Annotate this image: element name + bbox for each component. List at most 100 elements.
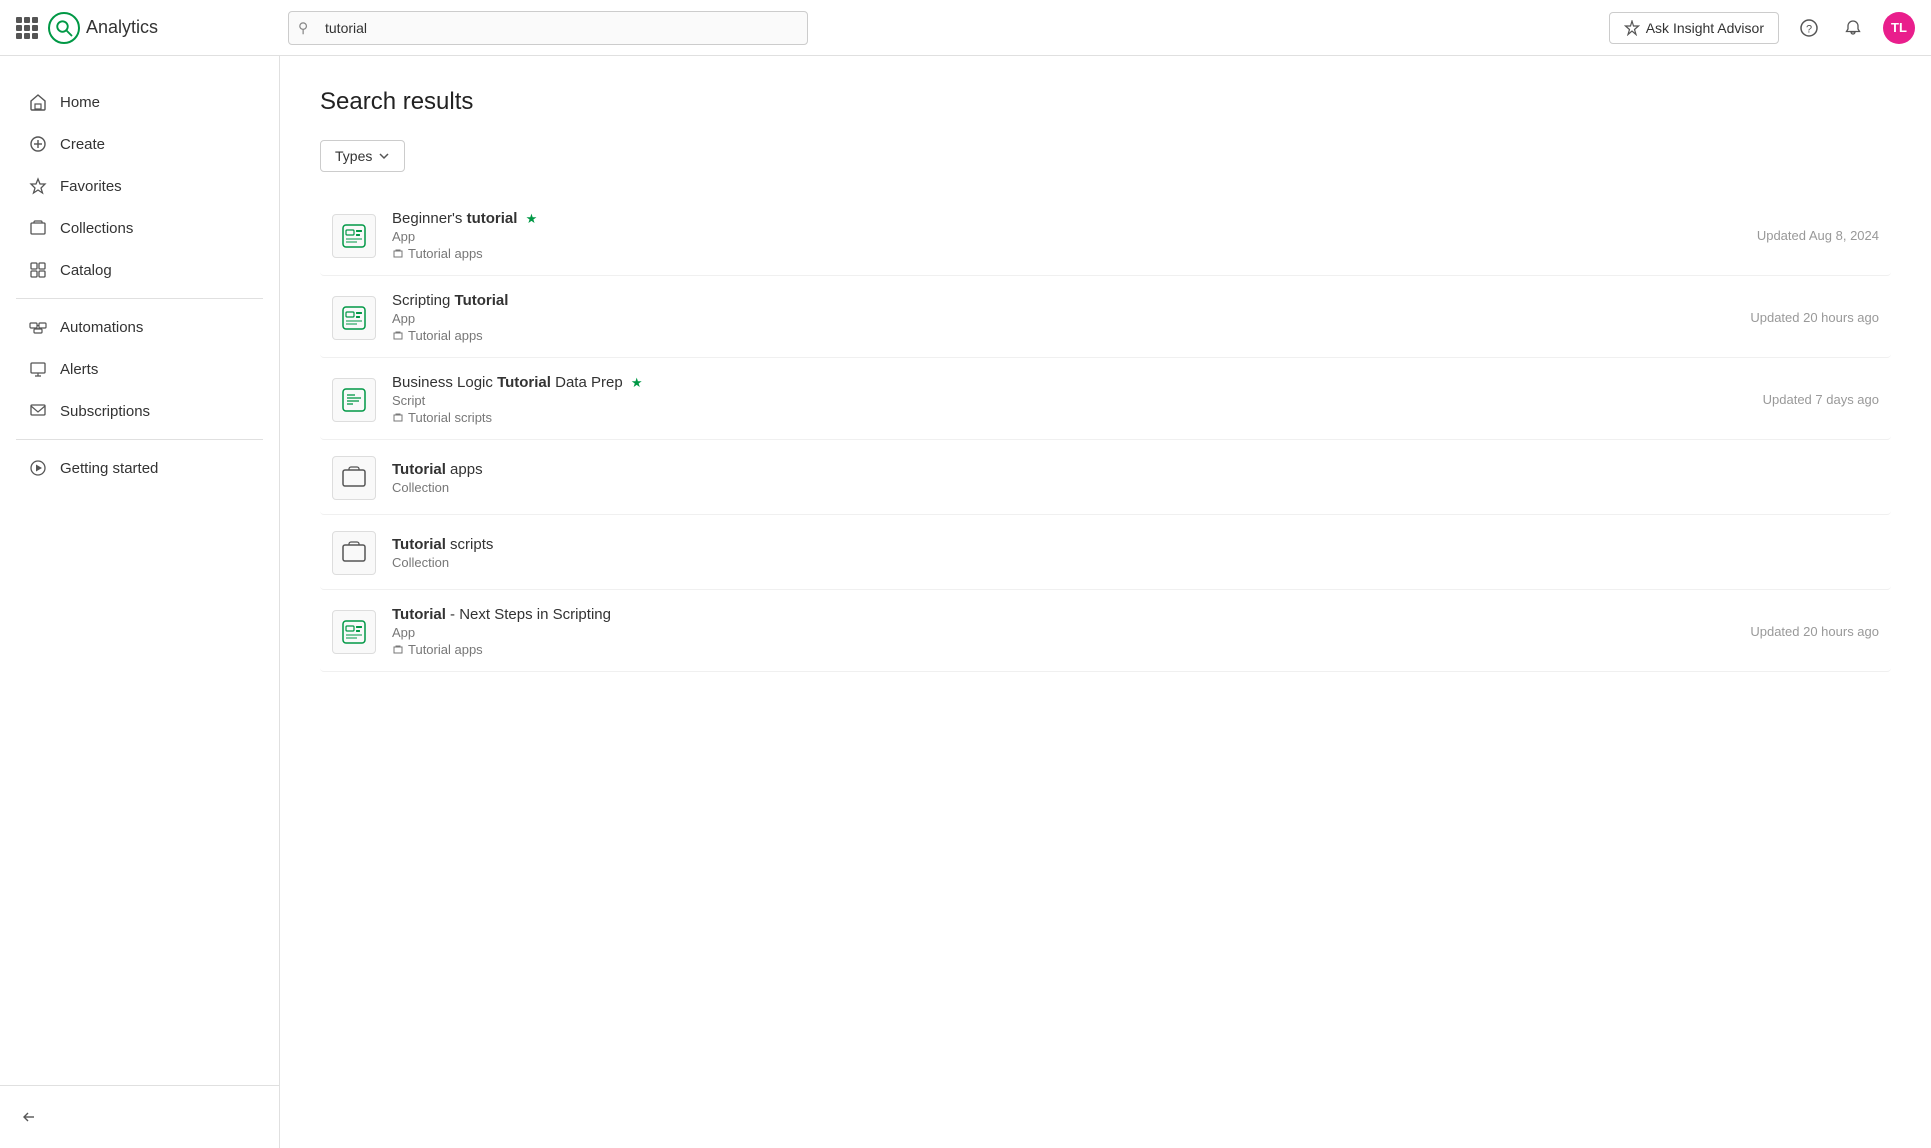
result-item-tutorial-apps[interactable]: Tutorial apps Collection bbox=[320, 442, 1891, 515]
help-icon[interactable]: ? bbox=[1795, 14, 1823, 42]
collapse-icon bbox=[20, 1108, 38, 1126]
result-icon-app-3 bbox=[332, 610, 376, 654]
topbar: Analytics ⚲ Ask Insight Advisor ? TL bbox=[0, 0, 1931, 56]
result-meta-collection-2: Tutorial apps bbox=[392, 328, 1750, 343]
sidebar-label-favorites: Favorites bbox=[60, 178, 122, 195]
result-meta-type-4: Collection bbox=[392, 480, 1879, 495]
avatar[interactable]: TL bbox=[1883, 12, 1915, 44]
sidebar-label-getting-started: Getting started bbox=[60, 460, 158, 477]
search-input[interactable] bbox=[288, 11, 808, 45]
result-item-beginners-tutorial[interactable]: Beginner's tutorial ★ App Tutorial apps … bbox=[320, 196, 1891, 276]
sidebar-item-favorites[interactable]: Favorites bbox=[8, 166, 271, 206]
result-updated-2: Updated 20 hours ago bbox=[1750, 310, 1879, 325]
result-list: Beginner's tutorial ★ App Tutorial apps … bbox=[320, 196, 1891, 672]
result-icon-script bbox=[332, 378, 376, 422]
result-meta-collection-3: Tutorial scripts bbox=[392, 410, 1763, 425]
sidebar-collapse-button[interactable] bbox=[0, 1098, 279, 1136]
result-name-3: Business Logic Tutorial Data Prep ★ bbox=[392, 374, 1763, 391]
sidebar-item-home[interactable]: Home bbox=[8, 82, 271, 122]
qlik-logo[interactable]: Analytics bbox=[48, 12, 158, 44]
result-meta-collection-6: Tutorial apps bbox=[392, 642, 1750, 657]
grid-menu-icon[interactable] bbox=[16, 17, 38, 39]
collection-icon-small-2 bbox=[392, 330, 404, 342]
create-icon bbox=[28, 134, 48, 154]
result-updated-6: Updated 20 hours ago bbox=[1750, 624, 1879, 639]
home-icon bbox=[28, 92, 48, 112]
result-name-5: Tutorial scripts bbox=[392, 536, 1879, 553]
sidebar-divider-2 bbox=[16, 439, 263, 440]
result-updated-3: Updated 7 days ago bbox=[1763, 392, 1879, 407]
topbar-left: Analytics bbox=[16, 12, 276, 44]
result-meta-type-2: App bbox=[392, 311, 1750, 326]
result-meta-type-6: App bbox=[392, 625, 1750, 640]
result-body-4: Tutorial apps Collection bbox=[392, 461, 1879, 495]
result-name-2: Scripting Tutorial bbox=[392, 292, 1750, 309]
sidebar-label-automations: Automations bbox=[60, 319, 143, 336]
sidebar-item-catalog[interactable]: Catalog bbox=[8, 250, 271, 290]
sidebar-item-create[interactable]: Create bbox=[8, 124, 271, 164]
sidebar-label-home: Home bbox=[60, 94, 100, 111]
collections-icon bbox=[28, 218, 48, 238]
result-body-3: Business Logic Tutorial Data Prep ★ Scri… bbox=[392, 374, 1763, 425]
result-meta-type: App bbox=[392, 229, 1757, 244]
result-name: Beginner's tutorial ★ bbox=[392, 210, 1757, 227]
sidebar-label-catalog: Catalog bbox=[60, 262, 112, 279]
chevron-down-icon bbox=[378, 150, 390, 162]
insight-btn-label: Ask Insight Advisor bbox=[1646, 20, 1764, 36]
notifications-icon[interactable] bbox=[1839, 14, 1867, 42]
result-item-business-logic[interactable]: Business Logic Tutorial Data Prep ★ Scri… bbox=[320, 360, 1891, 440]
sidebar-item-getting-started[interactable]: Getting started bbox=[8, 448, 271, 488]
result-icon-app bbox=[332, 214, 376, 258]
sidebar-divider-1 bbox=[16, 298, 263, 299]
result-item-scripting-tutorial[interactable]: Scripting Tutorial App Tutorial apps Upd… bbox=[320, 278, 1891, 358]
result-body-2: Scripting Tutorial App Tutorial apps bbox=[392, 292, 1750, 343]
sidebar-label-collections: Collections bbox=[60, 220, 133, 237]
result-body-5: Tutorial scripts Collection bbox=[392, 536, 1879, 570]
sidebar-nav: Home Create Favorites Collections Catalo bbox=[0, 72, 279, 1085]
sidebar-label-subscriptions: Subscriptions bbox=[60, 403, 150, 420]
result-icon-collection-2 bbox=[332, 531, 376, 575]
sidebar-bottom bbox=[0, 1085, 279, 1148]
subscriptions-icon bbox=[28, 401, 48, 421]
result-body-6: Tutorial - Next Steps in Scripting App T… bbox=[392, 606, 1750, 657]
collection-icon-small bbox=[392, 248, 404, 260]
types-btn-label: Types bbox=[335, 148, 372, 164]
sidebar-item-automations[interactable]: Automations bbox=[8, 307, 271, 347]
sidebar-item-alerts[interactable]: Alerts bbox=[8, 349, 271, 389]
alerts-icon bbox=[28, 359, 48, 379]
sidebar-item-subscriptions[interactable]: Subscriptions bbox=[8, 391, 271, 431]
result-meta-type-3: Script bbox=[392, 393, 1763, 408]
sidebar-label-alerts: Alerts bbox=[60, 361, 98, 378]
getting-started-icon bbox=[28, 458, 48, 478]
star-icon-3: ★ bbox=[631, 375, 643, 390]
automations-icon bbox=[28, 317, 48, 337]
types-filter-button[interactable]: Types bbox=[320, 140, 405, 172]
result-item-tutorial-scripts[interactable]: Tutorial scripts Collection bbox=[320, 517, 1891, 590]
search-icon: ⚲ bbox=[298, 19, 308, 36]
result-item-tutorial-next-steps[interactable]: Tutorial - Next Steps in Scripting App T… bbox=[320, 592, 1891, 672]
favorites-icon bbox=[28, 176, 48, 196]
result-name-6: Tutorial - Next Steps in Scripting bbox=[392, 606, 1750, 623]
result-meta-type-5: Collection bbox=[392, 555, 1879, 570]
search-bar: ⚲ bbox=[288, 11, 808, 45]
sidebar-item-collections[interactable]: Collections bbox=[8, 208, 271, 248]
svg-text:?: ? bbox=[1806, 23, 1812, 35]
topbar-right: Ask Insight Advisor ? TL bbox=[1609, 12, 1915, 44]
result-icon-collection bbox=[332, 456, 376, 500]
page-title: Search results bbox=[320, 88, 1891, 116]
star-icon: ★ bbox=[526, 211, 538, 226]
result-icon-app-2 bbox=[332, 296, 376, 340]
collection-icon-small-6 bbox=[392, 644, 404, 656]
catalog-icon bbox=[28, 260, 48, 280]
insight-icon bbox=[1624, 20, 1640, 36]
result-meta-collection: Tutorial apps bbox=[392, 246, 1757, 261]
result-body: Beginner's tutorial ★ App Tutorial apps bbox=[392, 210, 1757, 261]
app-name: Analytics bbox=[86, 17, 158, 38]
sidebar-label-create: Create bbox=[60, 136, 105, 153]
collection-icon-small-3 bbox=[392, 412, 404, 424]
sidebar: Home Create Favorites Collections Catalo bbox=[0, 0, 280, 1148]
insight-advisor-button[interactable]: Ask Insight Advisor bbox=[1609, 12, 1779, 44]
result-name-4: Tutorial apps bbox=[392, 461, 1879, 478]
result-updated: Updated Aug 8, 2024 bbox=[1757, 228, 1879, 243]
main-content: Search results Types Beginner's tutorial… bbox=[280, 56, 1931, 1148]
